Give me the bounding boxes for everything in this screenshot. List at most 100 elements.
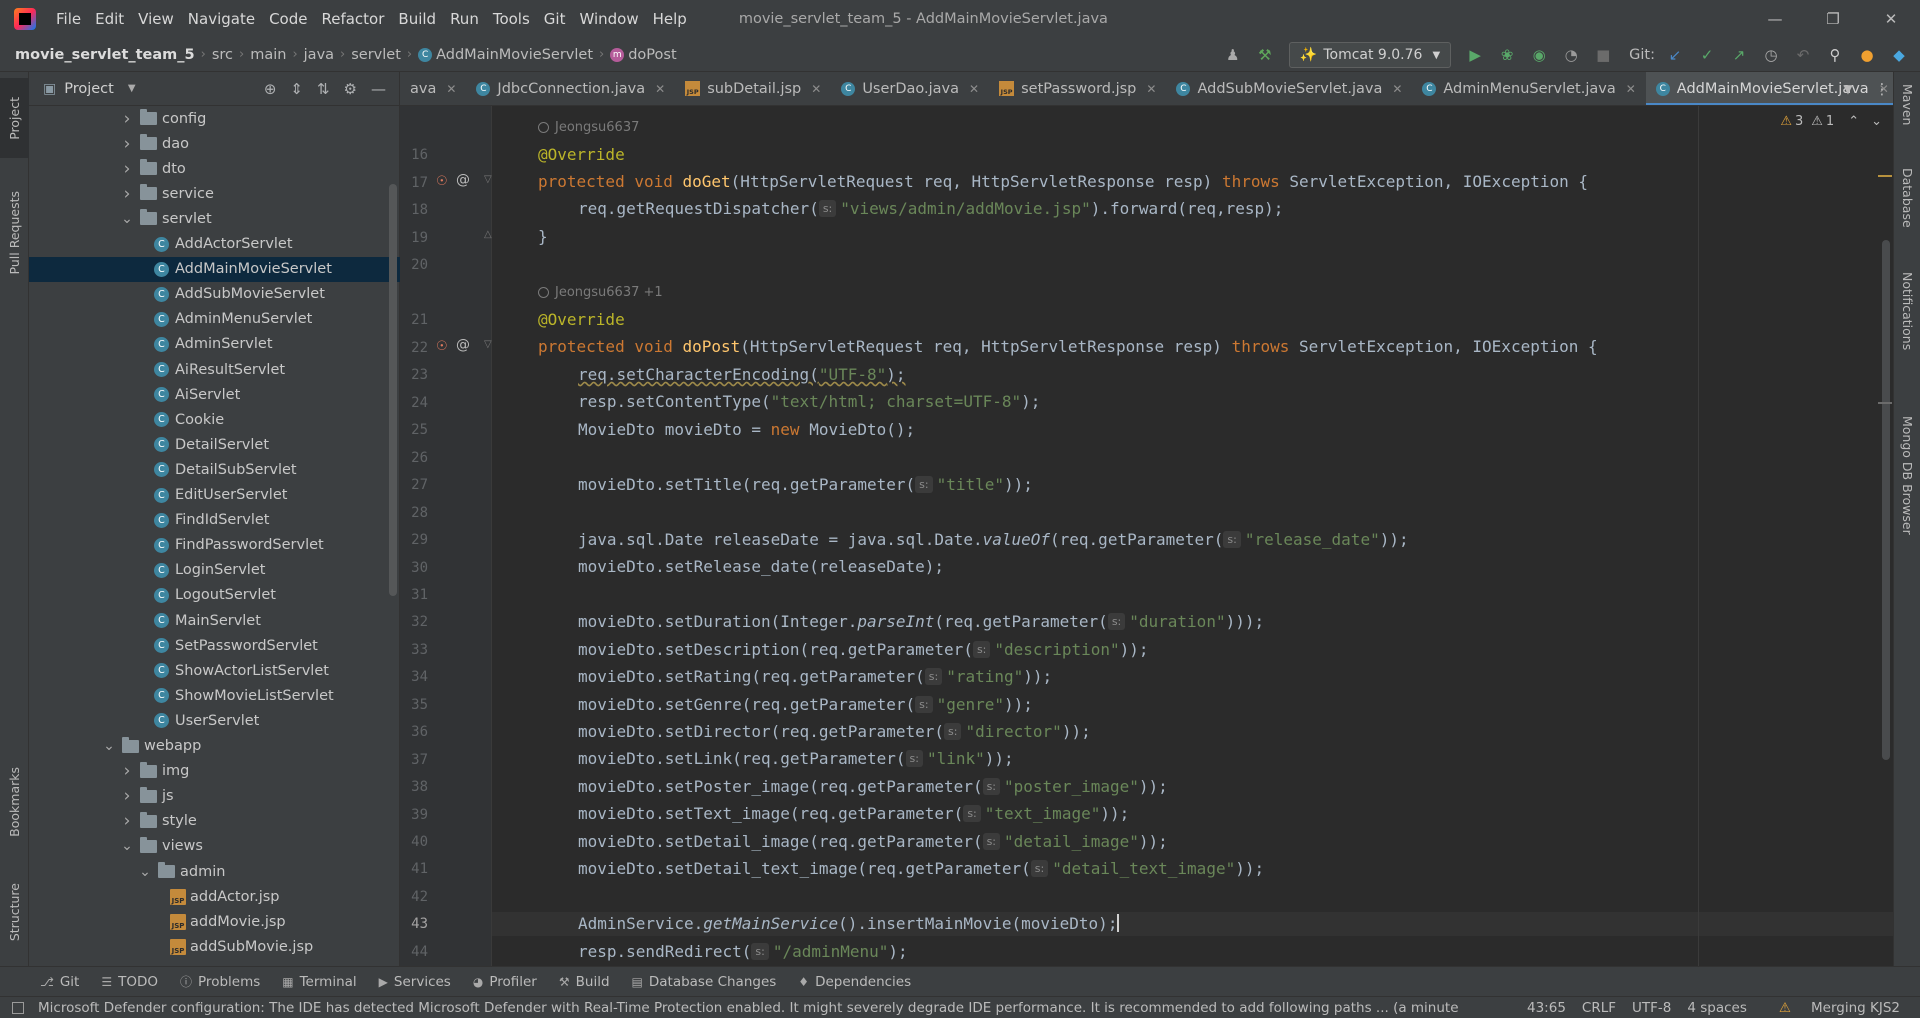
tree-item[interactable]: C DetailSubServlet (29, 457, 400, 482)
tree-item[interactable]: C AiResultServlet (29, 357, 400, 382)
tool-tab-bookmarks[interactable]: Bookmarks (0, 752, 29, 852)
close-tab-icon[interactable]: ✕ (1626, 82, 1636, 96)
tree-item[interactable]: C Cookie (29, 407, 400, 432)
tree-item[interactable]: C LoginServlet (29, 558, 400, 583)
tool-git[interactable]: ⎇ Git (40, 974, 79, 990)
close-icon[interactable]: ✕ (1862, 0, 1920, 38)
tool-todo[interactable]: ☰ TODO (101, 974, 158, 990)
tree-item[interactable]: C LogoutServlet (29, 583, 400, 608)
chevron-right-icon[interactable]: › (120, 184, 134, 204)
chevron-right-icon[interactable]: › (120, 159, 134, 179)
chevron-right-icon[interactable]: › (120, 811, 134, 831)
gear-icon[interactable]: ⚙ (344, 80, 357, 98)
close-tab-icon[interactable]: ✕ (446, 82, 456, 96)
tree-item[interactable]: C AdminMenuServlet (29, 307, 400, 332)
run-configuration-select[interactable]: ✨ Tomcat 9.0.76 ▼ (1288, 42, 1452, 68)
editor-tab[interactable]: C AddSubMovieServlet.java ✕ (1166, 72, 1412, 105)
tree-item[interactable]: C FindIdServlet (29, 508, 400, 533)
toggle-tool-windows-icon[interactable] (12, 1001, 24, 1014)
tool-tab-pull-requests[interactable]: Pull Requests (0, 168, 29, 298)
menu-refactor[interactable]: Refactor (321, 10, 384, 28)
tree-item[interactable]: C MainServlet (29, 608, 400, 633)
editor-tab[interactable]: ava ✕ (400, 72, 466, 105)
tree-item[interactable]: › js (29, 784, 400, 809)
chevron-down-icon[interactable]: ⌄ (120, 838, 134, 854)
restore-icon[interactable]: ❐ (1804, 0, 1862, 38)
tree-item[interactable]: C ShowMovieListServlet (29, 683, 400, 708)
tool-tab-structure[interactable]: Structure (0, 862, 29, 962)
tree-item[interactable]: › dto (29, 156, 400, 181)
breadcrumb-class[interactable]: C AddMainMovieServlet (418, 47, 593, 63)
breadcrumb-src[interactable]: src (212, 47, 233, 63)
warning-stripe[interactable] (1878, 402, 1892, 404)
chevron-right-icon[interactable]: › (120, 786, 134, 806)
tree-item[interactable]: C ShowActorListServlet (29, 658, 400, 683)
tool-tab-database[interactable]: Database (1894, 168, 1920, 228)
update-icon[interactable]: ● (1856, 44, 1878, 66)
git-update-icon[interactable]: ↙ (1664, 44, 1686, 66)
line-separator[interactable]: CRLF (1582, 1000, 1616, 1016)
tree-item[interactable]: JSP addSubMovie.jsp (29, 934, 400, 959)
git-push-icon[interactable]: ↗ (1728, 44, 1750, 66)
tree-item[interactable]: C AiServlet (29, 382, 400, 407)
chevron-right-icon[interactable]: › (120, 134, 134, 154)
warning-underline[interactable]: req.setCharacterEncoding("UTF-8"); (578, 365, 906, 384)
tool-dependencies[interactable]: ♦ Dependencies (798, 974, 911, 990)
tree-item[interactable]: › dao (29, 131, 400, 156)
tree-item[interactable]: › style (29, 809, 400, 834)
editor-scrollbar[interactable] (1882, 240, 1890, 760)
tree-item[interactable]: C AdminServlet (29, 332, 400, 357)
tree-item[interactable]: › service (29, 181, 400, 206)
code-author-hint[interactable]: Jeongsu6637 +1 (538, 285, 663, 300)
override-icon[interactable]: ☉ (436, 174, 448, 189)
breadcrumb-main[interactable]: main (250, 47, 286, 63)
tree-item[interactable]: ⌄ servlet (29, 206, 400, 231)
code-author-hint[interactable]: Jeongsu6637 (538, 120, 639, 135)
history-icon[interactable]: ◷ (1760, 44, 1782, 66)
chevron-right-icon[interactable]: › (120, 109, 134, 129)
breadcrumb-project[interactable]: movie_servlet_team_5 (15, 47, 195, 63)
tree-item[interactable]: C FindPasswordServlet (29, 533, 400, 558)
chevron-right-icon[interactable]: › (120, 761, 134, 781)
status-message[interactable]: Microsoft Defender configuration: The ID… (12, 1000, 1502, 1016)
profile-icon[interactable]: ◔ (1560, 44, 1582, 66)
search-icon[interactable]: ⚲ (1824, 44, 1846, 66)
tree-scrollbar[interactable] (389, 184, 397, 596)
menu-tools[interactable]: Tools (493, 10, 530, 28)
tree-item[interactable]: C SetPasswordServlet (29, 633, 400, 658)
menu-code[interactable]: Code (269, 10, 307, 28)
run-icon[interactable]: ▶ (1464, 44, 1486, 66)
menu-view[interactable]: View (138, 10, 174, 28)
close-tab-icon[interactable]: ✕ (811, 82, 821, 96)
coverage-icon[interactable]: ◉ (1528, 44, 1550, 66)
override-icon[interactable]: ☉ (436, 339, 448, 354)
annotation-icon[interactable]: @ (456, 337, 470, 353)
tool-tab-mongo-db-browser[interactable]: Mongo DB Browser (1894, 416, 1920, 535)
editor-tab[interactable]: JSP setPassword.jsp ✕ (989, 72, 1166, 105)
more-icon[interactable]: ⋮ (1871, 78, 1893, 100)
tree-item[interactable]: JSP addActor.jsp (29, 884, 400, 909)
build-hammer-icon[interactable]: ⚒ (1254, 44, 1276, 66)
user-icon[interactable]: ♟ (1222, 44, 1244, 66)
close-tab-icon[interactable]: ✕ (655, 82, 665, 96)
indent-setting[interactable]: 4 spaces (1687, 1000, 1747, 1016)
tree-item[interactable]: ⌄ admin (29, 859, 400, 884)
editor-tab[interactable]: C UserDao.java ✕ (831, 72, 989, 105)
tool-tab-notifications[interactable]: Notifications (1894, 272, 1920, 350)
tool-terminal[interactable]: ▦ Terminal (282, 974, 356, 990)
tree-item[interactable]: C AddSubMovieServlet (29, 282, 400, 307)
menu-window[interactable]: Window (579, 10, 638, 28)
menu-navigate[interactable]: Navigate (188, 10, 255, 28)
tree-item[interactable]: ⌄ webapp (29, 734, 400, 759)
close-tab-icon[interactable]: ✕ (1146, 82, 1156, 96)
editor-tab[interactable]: C AdminMenuServlet.java ✕ (1412, 72, 1645, 105)
hide-icon[interactable]: — (371, 80, 386, 98)
tree-item[interactable]: C UserServlet (29, 708, 400, 733)
fold-icon[interactable]: ▽ (484, 174, 492, 185)
tool-services[interactable]: ▶ Services (379, 974, 451, 990)
editor-tab[interactable]: C JdbcConnection.java ✕ (466, 72, 675, 105)
ide-logo-icon[interactable]: ◆ (1888, 44, 1910, 66)
tree-item[interactable]: C EditUserServlet (29, 483, 400, 508)
project-panel-title[interactable]: Project (64, 81, 114, 97)
chevron-down-icon[interactable]: ⌄ (102, 738, 116, 754)
